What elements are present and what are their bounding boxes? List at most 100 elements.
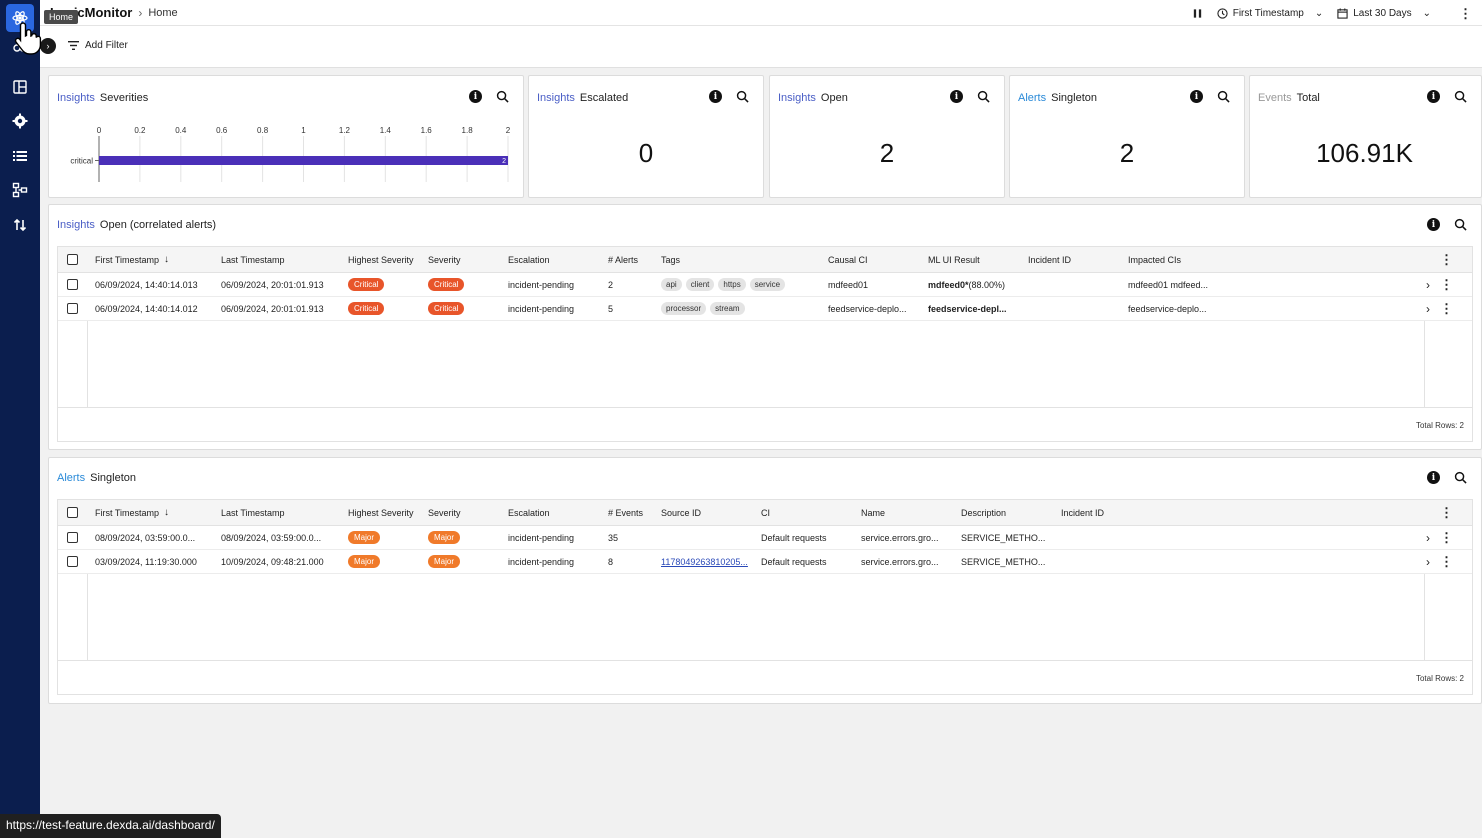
tag-list: api client https service — [661, 273, 789, 296]
source-id-link[interactable]: 1178049263810205... — [661, 550, 748, 573]
search-icon[interactable] — [1454, 90, 1467, 106]
total-rows: Total Rows: 2 — [1415, 674, 1464, 683]
search-icon[interactable] — [1454, 218, 1467, 234]
dashboard-nav-button[interactable] — [6, 73, 34, 101]
table-row[interactable]: 06/09/2024, 14:40:14.013 06/09/2024, 20:… — [58, 273, 1472, 297]
add-filter-button[interactable]: Add Filter — [68, 40, 128, 51]
column-header[interactable]: Severity — [428, 247, 461, 272]
widget-title-text: Open — [820, 92, 848, 104]
info-icon[interactable]: i — [950, 90, 963, 103]
info-icon[interactable]: i — [1427, 90, 1440, 103]
column-header[interactable]: Incident ID — [1028, 247, 1071, 272]
last-timestamp: 08/09/2024, 03:59:00.0... — [221, 532, 322, 543]
search-icon[interactable] — [496, 90, 509, 106]
info-icon[interactable]: i — [709, 90, 722, 103]
search-icon[interactable] — [1217, 90, 1230, 106]
row-checkbox[interactable] — [67, 550, 78, 573]
row-options-icon[interactable]: ⋮ — [1440, 297, 1453, 320]
ml-result: mdfeed0* (88.00%) — [928, 279, 1006, 290]
list-nav-button[interactable] — [6, 142, 34, 170]
search-icon[interactable] — [1454, 471, 1467, 487]
column-header[interactable]: Escalation — [508, 500, 550, 525]
tag-list: processor stream — [661, 297, 749, 320]
widget-title: Insights Open (correlated alerts) — [57, 219, 216, 231]
table-row[interactable]: 06/09/2024, 14:40:14.012 06/09/2024, 20:… — [58, 297, 1472, 321]
search-icon[interactable] — [977, 90, 990, 106]
last-timestamp: 06/09/2024, 20:01:01.913 — [221, 279, 324, 290]
x-tick-label: 0.6 — [216, 126, 228, 135]
impacted-cis: feedservice-deplo... — [1128, 303, 1207, 314]
row-options-icon[interactable]: ⋮ — [1440, 526, 1453, 549]
breadcrumb-home[interactable]: Home — [148, 7, 177, 19]
column-options-icon[interactable]: ⋮ — [1440, 500, 1453, 525]
column-header[interactable]: Tags — [661, 247, 680, 272]
sort-nav-button[interactable] — [6, 211, 34, 239]
insights-table: First Timestamp ↓ Last Timestamp Highest … — [57, 246, 1473, 442]
settings-nav-button[interactable] — [6, 107, 34, 135]
tag-chip: api — [661, 278, 682, 291]
header-more-icon[interactable]: ⋮ — [1459, 7, 1472, 20]
row-checkbox[interactable] — [67, 526, 78, 549]
bar-data-label: 2 — [502, 158, 506, 165]
info-icon[interactable]: i — [469, 90, 482, 103]
widget-title: Alerts Singleton — [1018, 92, 1097, 104]
select-all-checkbox[interactable] — [67, 247, 78, 272]
column-header[interactable]: Causal CI — [828, 247, 868, 272]
column-header[interactable]: Last Timestamp — [221, 500, 285, 525]
info-icon[interactable]: i — [1427, 218, 1440, 231]
tag-chip: https — [718, 278, 746, 291]
date-range-dropdown[interactable]: Last 30 Days ⌄ — [1337, 8, 1431, 19]
column-header[interactable]: Source ID — [661, 500, 701, 525]
chevron-right-icon[interactable]: › — [1426, 526, 1430, 549]
widget-title-text: Singleton — [1051, 92, 1097, 104]
column-header[interactable]: Severity — [428, 500, 461, 525]
column-header[interactable]: Highest Severity — [348, 247, 414, 272]
select-all-checkbox[interactable] — [67, 500, 78, 525]
column-header[interactable]: First Timestamp ↓ — [95, 500, 169, 525]
widget-title: Insights Open — [778, 92, 848, 104]
search-icon[interactable] — [736, 90, 749, 106]
column-header[interactable]: CI — [761, 500, 770, 525]
table-row[interactable]: 08/09/2024, 03:59:00.0... 08/09/2024, 03… — [58, 526, 1472, 550]
row-checkbox[interactable] — [67, 273, 78, 296]
causal-ci: mdfeed01 — [828, 279, 869, 290]
metric-value: 0 — [638, 138, 654, 168]
alert-description: SERVICE_METHO... — [961, 556, 1046, 567]
pause-icon — [1193, 8, 1201, 18]
chevron-right-icon[interactable]: › — [1426, 273, 1430, 296]
column-header[interactable]: Highest Severity — [348, 500, 414, 525]
column-header[interactable]: ML UI Result — [928, 247, 980, 272]
time-field-dropdown[interactable]: First Timestamp ⌄ — [1217, 7, 1323, 19]
ci-name: Default requests — [761, 532, 827, 543]
column-header[interactable]: Description — [961, 500, 1006, 525]
column-header[interactable]: # Events — [608, 500, 643, 525]
clock-icon — [1217, 7, 1228, 19]
breadcrumb-chevron-icon: › — [138, 5, 143, 20]
escalated-widget: Insights Escalated i 0 — [528, 75, 764, 198]
tag-chip: stream — [710, 302, 745, 315]
info-icon[interactable]: i — [1190, 90, 1203, 103]
row-checkbox[interactable] — [67, 297, 78, 320]
tag-chip: service — [749, 278, 786, 291]
row-options-icon[interactable]: ⋮ — [1440, 273, 1453, 296]
highest-severity-badge: Major — [348, 526, 381, 549]
info-icon[interactable]: i — [1427, 471, 1440, 484]
column-header[interactable]: Incident ID — [1061, 500, 1104, 525]
column-header[interactable]: Name — [861, 500, 885, 525]
chevron-right-icon[interactable]: › — [1426, 297, 1430, 320]
first-timestamp: 06/09/2024, 14:40:14.013 — [95, 279, 198, 290]
column-header[interactable]: Last Timestamp — [221, 247, 285, 272]
column-options-icon[interactable]: ⋮ — [1440, 247, 1453, 272]
table-row[interactable]: 03/09/2024, 11:19:30.000 10/09/2024, 09:… — [58, 550, 1472, 574]
metric-value: 106.91K — [1316, 138, 1413, 168]
row-options-icon[interactable]: ⋮ — [1440, 550, 1453, 573]
chevron-right-icon[interactable]: › — [1426, 550, 1430, 573]
topology-nav-button[interactable] — [6, 176, 34, 204]
widget-keyword: Insights — [537, 92, 575, 104]
column-header[interactable]: Escalation — [508, 247, 550, 272]
column-header[interactable]: # Alerts — [608, 247, 638, 272]
sort-down-icon: ↓ — [164, 254, 170, 265]
pause-button[interactable] — [1192, 8, 1203, 19]
column-header[interactable]: Impacted CIs — [1128, 247, 1181, 272]
column-header[interactable]: First Timestamp ↓ — [95, 247, 169, 272]
